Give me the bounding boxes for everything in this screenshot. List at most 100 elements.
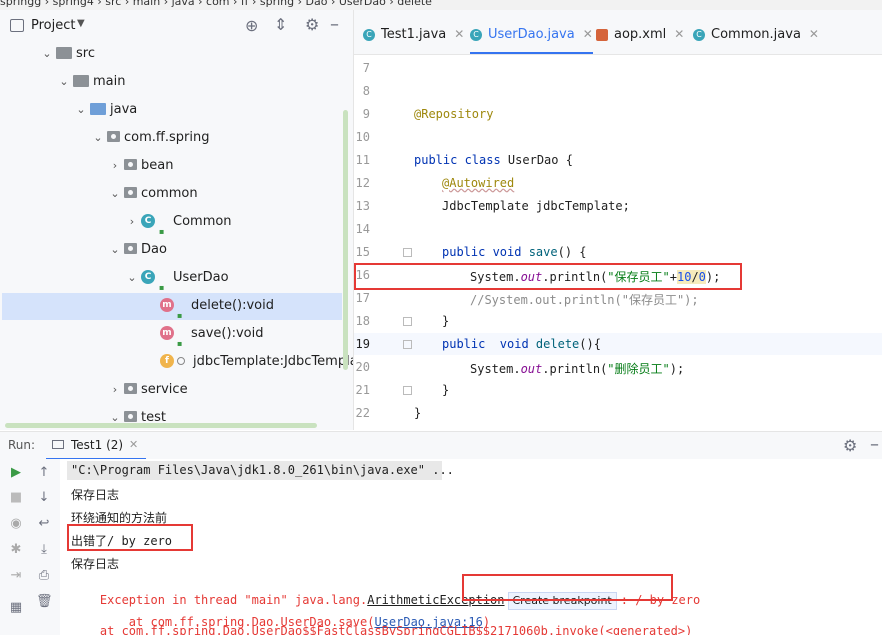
java-class-icon: C <box>470 28 482 41</box>
vertical-scrollbar[interactable] <box>343 110 348 370</box>
red-highlight-box <box>67 524 193 551</box>
console-stack-line: at com.ff.spring.Dao.UserDao$$FastClassB… <box>71 624 693 635</box>
project-title[interactable]: Project <box>31 18 75 33</box>
tree-item-bean[interactable]: › bean <box>108 152 174 180</box>
print-icon[interactable]: ⎙ <box>36 568 52 584</box>
collapse-all-icon[interactable]: ⇕ <box>274 15 287 34</box>
console-line: 保存日志 <box>71 557 120 571</box>
tree-item-com-ff-spring[interactable]: ⌄ com.ff.spring <box>91 124 209 152</box>
chevron-down-icon[interactable]: ▼ <box>77 18 85 29</box>
project-panel: Project ▼ ⊕ ⇕ ⚙ – ⌄ src ⌄ main ⌄ java ⌄ com.… <box>0 10 354 430</box>
line-number: 13 <box>355 199 370 213</box>
console-icon <box>52 440 64 449</box>
camera-icon[interactable]: ◉ <box>8 516 24 532</box>
close-icon[interactable]: ✕ <box>454 27 464 41</box>
chevron-right-icon[interactable]: › <box>108 152 122 180</box>
chevron-down-icon[interactable]: ⌄ <box>108 180 122 208</box>
tab-common-java[interactable]: C Common.java ✕ <box>693 10 819 54</box>
soft-wrap-icon[interactable]: ↩ <box>36 516 52 532</box>
locate-icon[interactable]: ⊕ <box>245 16 258 35</box>
horizontal-scrollbar[interactable] <box>5 423 317 428</box>
chevron-down-icon[interactable]: ⌄ <box>91 124 105 152</box>
tree-item-common[interactable]: ⌄ common <box>108 180 197 208</box>
chevron-down-icon[interactable]: ⌄ <box>74 96 88 124</box>
visibility-icon <box>177 356 185 365</box>
login-icon[interactable]: ⇥ <box>8 568 24 584</box>
gear-icon[interactable]: ⚙ <box>843 436 857 455</box>
chevron-down-icon[interactable]: ⌄ <box>108 236 122 264</box>
minimize-icon[interactable]: – <box>870 434 879 455</box>
line-number: 19 <box>355 337 370 351</box>
fold-icon[interactable] <box>403 340 412 349</box>
tab-userdao-java[interactable]: C UserDao.java ✕ <box>470 10 593 54</box>
chevron-down-icon[interactable]: ⌄ <box>40 40 54 68</box>
tab-test1-java[interactable]: C Test1.java ✕ <box>363 10 464 54</box>
line-number: 10 <box>355 130 370 144</box>
code-line-15: public void save() { <box>442 245 587 259</box>
scroll-to-end-icon[interactable]: ⤓ <box>36 542 52 558</box>
tree-item-java[interactable]: ⌄ java <box>74 96 137 124</box>
line-number: 17 <box>355 291 370 305</box>
line-number: 22 <box>355 406 370 420</box>
chevron-right-icon[interactable]: › <box>108 376 122 404</box>
chevron-down-icon[interactable]: ⌄ <box>57 68 71 96</box>
line-number: 20 <box>355 360 370 374</box>
console-output[interactable]: "C:\Program Files\Java\jdk1.8.0_261\bin\… <box>60 459 882 635</box>
close-icon[interactable]: ✕ <box>809 27 819 41</box>
tree-item-jdbctemplate-field[interactable]: f jdbcTemplate:JdbcTemplate <box>160 348 353 376</box>
chevron-right-icon[interactable]: › <box>125 208 139 236</box>
line-number: 11 <box>355 153 370 167</box>
minimize-icon[interactable]: – <box>330 14 339 35</box>
tree-item-service[interactable]: › service <box>108 376 188 404</box>
close-icon[interactable]: ✕ <box>583 27 593 41</box>
line-number: 7 <box>362 61 370 75</box>
package-icon <box>124 159 137 170</box>
arrow-down-icon[interactable]: ↓ <box>36 490 52 506</box>
package-icon <box>124 411 137 422</box>
red-highlight-box <box>462 574 673 601</box>
tab-aop-xml[interactable]: aop.xml ✕ <box>596 10 684 54</box>
source-folder-icon <box>90 102 106 115</box>
console-line: 保存日志 <box>71 488 120 502</box>
arrow-up-icon[interactable]: ↑ <box>36 465 52 481</box>
line-number: 15 <box>355 245 370 259</box>
line-number: 18 <box>355 314 370 328</box>
project-view-icon[interactable] <box>10 19 24 32</box>
tree-item-delete-method[interactable]: m▪delete():void <box>160 292 274 320</box>
lock-icon: ▪ <box>177 338 183 348</box>
fold-icon[interactable] <box>403 248 412 257</box>
gear-icon[interactable]: ⚙ <box>305 15 319 34</box>
close-icon[interactable]: ✕ <box>674 27 684 41</box>
layout-icon[interactable]: ▦ <box>8 600 24 616</box>
field-icon: f <box>160 353 174 368</box>
chevron-down-icon[interactable]: ⌄ <box>125 264 139 292</box>
code-line-12: @Autowired <box>442 176 515 190</box>
tree-item-save-method[interactable]: m▪save():void <box>160 320 263 348</box>
settings-icon[interactable]: ✱ <box>8 542 24 558</box>
stop-icon[interactable]: ■ <box>8 490 24 506</box>
rerun-icon[interactable]: ▶ <box>8 465 24 481</box>
tree-item-common-class[interactable]: › C▪Common <box>125 208 232 236</box>
close-icon[interactable]: ✕ <box>129 438 138 451</box>
current-line-highlight <box>354 333 882 355</box>
fold-icon[interactable] <box>403 317 412 326</box>
breadcrumb-text[interactable]: springg › spring4 › src › main › java › … <box>0 0 432 8</box>
project-panel-header: Project ▼ ⊕ ⇕ ⚙ – <box>0 10 353 44</box>
class-icon: C <box>141 213 155 228</box>
code-editor[interactable]: 7 8 9 10 11 12 13 14 15 16 17 18 19 20 2… <box>354 55 882 430</box>
lock-icon: ▪ <box>177 310 183 320</box>
run-tab-test1[interactable]: Test1 (2) ✕ <box>46 432 146 460</box>
tree-item-main[interactable]: ⌄ main <box>57 68 125 96</box>
red-highlight-box <box>354 263 742 290</box>
tree-item-src[interactable]: ⌄ src <box>40 40 95 68</box>
fold-icon[interactable] <box>403 386 412 395</box>
tree-item-userdao[interactable]: ⌄ C▪UserDao <box>125 264 229 292</box>
editor-tab-bar: C Test1.java ✕ C UserDao.java ✕ aop.xml ✕ C Co… <box>354 10 882 55</box>
package-icon <box>124 187 137 198</box>
tree-item-dao[interactable]: ⌄ Dao <box>108 236 167 264</box>
package-icon <box>124 383 137 394</box>
trash-icon[interactable]: 🗑 <box>36 594 53 610</box>
package-icon <box>107 131 120 142</box>
xml-file-icon <box>596 28 608 41</box>
run-panel-header: Run: Test1 (2) ✕ ⚙ – <box>0 431 882 460</box>
